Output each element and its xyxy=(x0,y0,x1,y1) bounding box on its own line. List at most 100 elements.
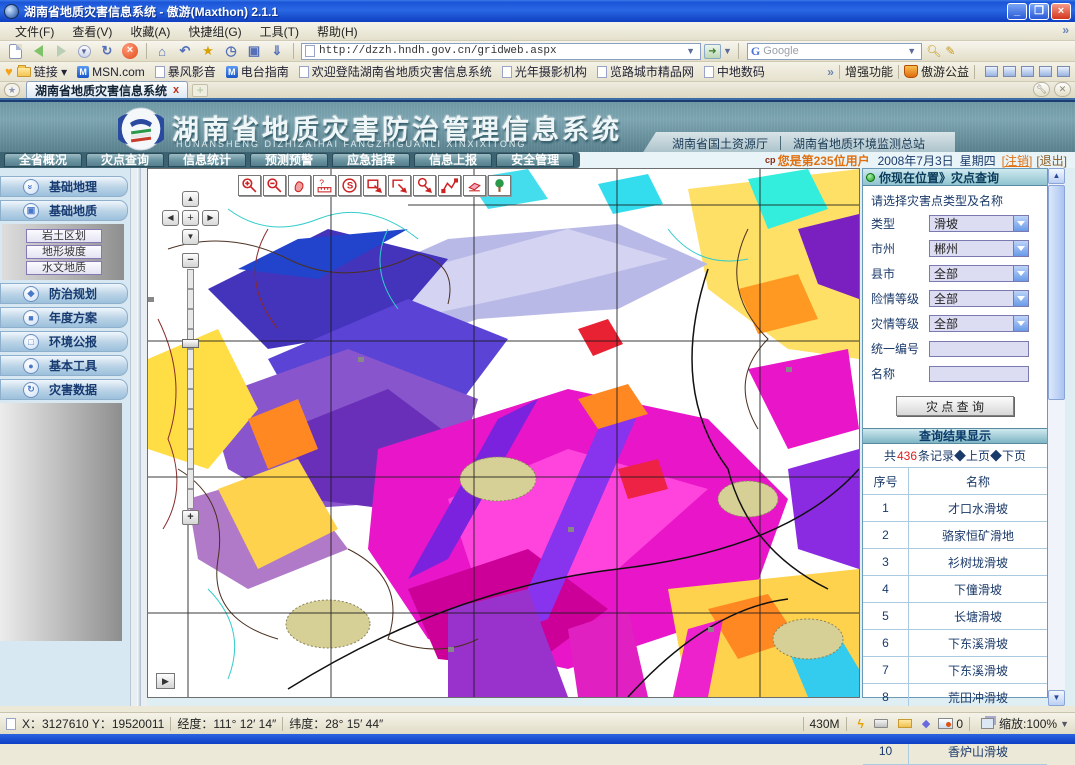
zoom-out-tool[interactable] xyxy=(263,175,286,196)
stop-button[interactable]: × xyxy=(119,42,141,61)
plugin-icon[interactable] xyxy=(1057,66,1070,77)
disaster-level-select[interactable]: 全部 xyxy=(929,315,1029,332)
name-input[interactable] xyxy=(929,366,1029,382)
minimize-button[interactable]: _ xyxy=(1007,3,1027,20)
pan-right-corner-button[interactable]: ▶ xyxy=(156,673,175,689)
favorites-star-icon[interactable]: ★ xyxy=(4,83,20,97)
nav-tab-security[interactable]: 安全管理 xyxy=(496,153,574,167)
scroll-down-arrow[interactable]: ▼ xyxy=(1048,690,1065,706)
table-row[interactable]: 4下僮滑坡 xyxy=(863,576,1047,603)
submenu-rock-soil-zoning[interactable]: 岩土区划 xyxy=(26,229,102,243)
go-button[interactable]: ➜ xyxy=(704,44,721,59)
tab-close-all-icon[interactable]: ✕ xyxy=(1054,82,1071,97)
zoom-in-tool[interactable] xyxy=(238,175,261,196)
url-dropdown-icon[interactable]: ▼ xyxy=(684,46,697,56)
table-row[interactable]: 6下东溪滑坡 xyxy=(863,630,1047,657)
history-button[interactable]: ◷ xyxy=(220,42,242,61)
center-button[interactable]: + xyxy=(182,210,199,226)
link-zhongdi[interactable]: 中地数码 xyxy=(704,63,765,80)
measure-line-tool[interactable] xyxy=(438,175,461,196)
page-scrollbar[interactable]: ▲ ▼ xyxy=(1048,168,1065,706)
refresh-button[interactable]: ↻ xyxy=(96,42,118,61)
scroll-up-arrow[interactable]: ▲ xyxy=(1048,168,1065,184)
skin-icon[interactable] xyxy=(1039,66,1052,77)
snap-button[interactable]: ▣ xyxy=(243,42,265,61)
pan-left-button[interactable]: ◀ xyxy=(162,210,179,226)
risk-level-select[interactable]: 全部 xyxy=(929,290,1029,307)
splitter[interactable] xyxy=(130,168,147,706)
menu-groups[interactable]: 快捷组(G) xyxy=(179,22,250,41)
tab-close-icon[interactable]: x xyxy=(173,84,179,96)
unified-id-input[interactable] xyxy=(929,341,1029,357)
logout-link[interactable]: [注销] xyxy=(1002,152,1033,169)
zoom-level[interactable]: 缩放:100% xyxy=(999,715,1057,732)
link-land-resources-dept[interactable]: 湖南省国土资源厅 xyxy=(660,135,780,152)
url-input[interactable] xyxy=(319,45,684,57)
back-button[interactable] xyxy=(27,42,49,61)
pan-right-button[interactable]: ▶ xyxy=(202,210,219,226)
type-select[interactable]: 滑坡 xyxy=(929,215,1029,232)
download-button[interactable]: ⇓ xyxy=(266,42,288,61)
link-photo[interactable]: 光年摄影机构 xyxy=(502,63,587,80)
printer-icon[interactable] xyxy=(874,719,888,728)
table-row[interactable]: 1才口水滑坡 xyxy=(863,495,1047,522)
county-select[interactable]: 全部 xyxy=(929,265,1029,282)
submenu-hydrogeology[interactable]: 水文地质 xyxy=(26,261,102,275)
proxy-icon[interactable] xyxy=(985,66,998,77)
pages-icon[interactable] xyxy=(1021,66,1034,77)
sidebar-item-disaster-data[interactable]: ↻ 灾害数据 xyxy=(0,379,128,400)
zoom-out-button[interactable]: − xyxy=(182,253,199,268)
full-extent-tool[interactable]: S xyxy=(338,175,361,196)
search-input[interactable] xyxy=(763,45,905,57)
next-page-link[interactable]: ◆下页 xyxy=(990,447,1026,464)
enhance-features-link[interactable]: 增强功能 xyxy=(845,63,893,80)
diamond-icon[interactable]: ◆ xyxy=(922,717,930,730)
nav-tab-statistics[interactable]: 信息统计 xyxy=(168,153,246,167)
links-folder-label[interactable]: 链接 ▾ xyxy=(34,63,67,80)
menu-view[interactable]: 查看(V) xyxy=(63,22,121,41)
favorites-heart-icon[interactable]: ♥ xyxy=(5,64,13,79)
table-row[interactable]: 3衫树垅滑坡 xyxy=(863,549,1047,576)
pan-tool[interactable] xyxy=(288,175,311,196)
sidebar-item-basic-tools[interactable]: ● 基本工具 xyxy=(0,355,128,376)
link-city[interactable]: 览路城市精品网 xyxy=(597,63,694,80)
menu-favorites[interactable]: 收藏(A) xyxy=(121,22,179,41)
map-viewport[interactable]: ? S ▲ ◀ + ▶ ▼ − + ▶ xyxy=(147,168,860,698)
link-radio[interactable]: M电台指南 xyxy=(226,63,289,80)
ad-blocker-icon[interactable] xyxy=(938,718,953,729)
sidebar-item-basic-geography[interactable]: » 基础地理 xyxy=(0,176,128,197)
zoom-rect-tool[interactable] xyxy=(413,175,436,196)
scroll-thumb[interactable] xyxy=(1048,185,1065,400)
sidebar-item-basic-geology[interactable]: ▣ 基础地质 xyxy=(0,200,128,221)
zoom-slider-track[interactable] xyxy=(187,269,194,509)
home-button[interactable]: ⌂ xyxy=(151,42,173,61)
menu-overflow-chevron-icon[interactable]: » xyxy=(1062,23,1069,37)
search-dropdown-icon[interactable]: ▼ xyxy=(905,46,918,56)
disaster-query-button[interactable]: 灾 点 查 询 xyxy=(896,396,1014,416)
restore-button[interactable]: ❐ xyxy=(1029,3,1049,20)
sidebar-item-prevention-planning[interactable]: ◆ 防治规划 xyxy=(0,283,128,304)
menu-file[interactable]: 文件(F) xyxy=(6,22,63,41)
prev-page-link[interactable]: ◆上页 xyxy=(954,447,990,464)
submenu-terrain-slope[interactable]: 地形坡度 xyxy=(26,245,102,259)
select-rect-tool[interactable] xyxy=(363,175,386,196)
menu-tools[interactable]: 工具(T) xyxy=(251,22,308,41)
nav-tab-overview[interactable]: 全省概况 xyxy=(4,153,82,167)
menu-help[interactable]: 帮助(H) xyxy=(308,22,367,41)
tab-tools-wrench-icon[interactable]: 🔧︎ xyxy=(1033,82,1050,97)
forward-button[interactable] xyxy=(50,42,72,61)
link-hunan-geo[interactable]: 欢迎登陆湖南省地质灾害信息系统 xyxy=(299,63,492,80)
clear-selection-tool[interactable] xyxy=(388,175,411,196)
search-button-icon[interactable]: 🔍︎ xyxy=(926,44,941,58)
go-dropdown-icon[interactable]: ▼ xyxy=(721,46,734,56)
eraser-tool[interactable] xyxy=(463,175,486,196)
boost-lightning-icon[interactable]: ϟ xyxy=(858,717,864,731)
city-select[interactable]: 郴州 xyxy=(929,240,1029,257)
nav-tab-emergency[interactable]: 应急指挥 xyxy=(332,153,410,167)
sidebar-item-environment-bulletin[interactable]: □ 环境公报 xyxy=(0,331,128,352)
layer-tree-tool[interactable] xyxy=(488,175,511,196)
nav-tab-forecast[interactable]: 预测预警 xyxy=(250,153,328,167)
table-row[interactable]: 7下东溪滑坡 xyxy=(863,657,1047,684)
pan-down-button[interactable]: ▼ xyxy=(182,229,199,245)
highlight-button-icon[interactable]: ✎ xyxy=(945,44,955,58)
